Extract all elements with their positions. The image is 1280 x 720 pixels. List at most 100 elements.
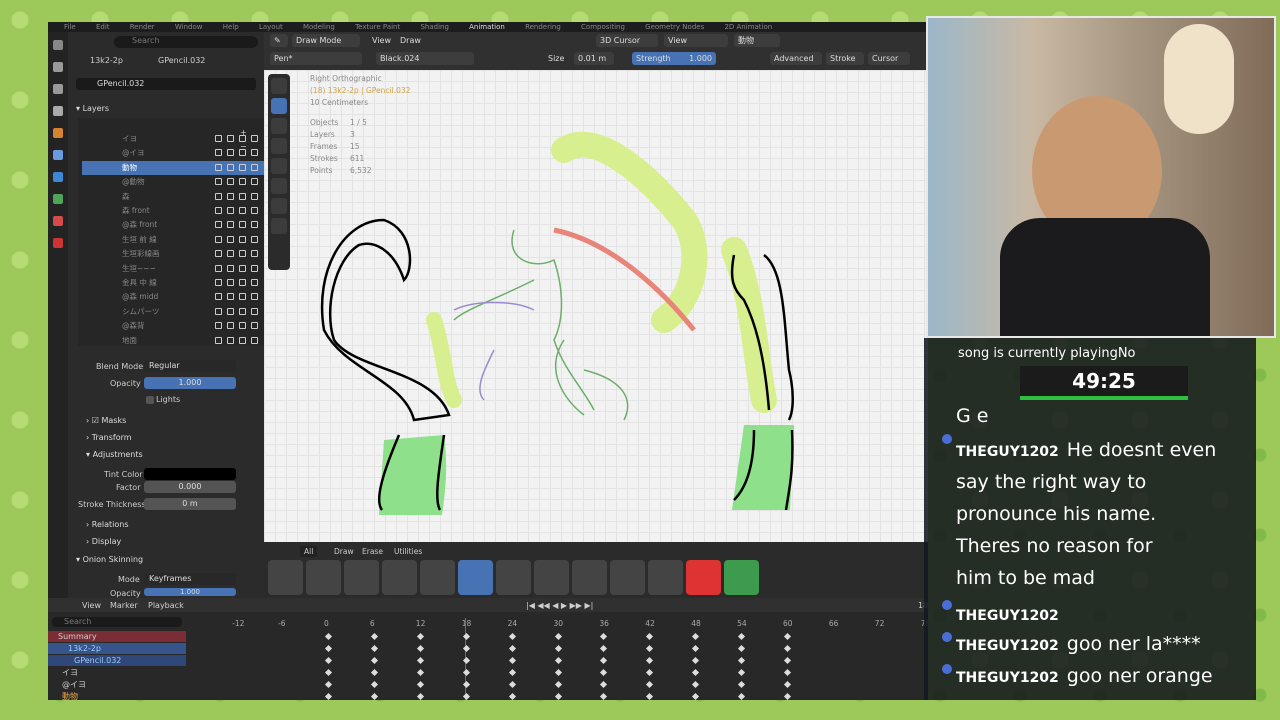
playback-controls[interactable]: |◀ ◀◀ ◀ ▶ ▶▶ ▶| — [526, 601, 593, 610]
keyframe[interactable] — [692, 632, 700, 641]
material-icon[interactable] — [53, 216, 63, 226]
render-icon[interactable] — [53, 62, 63, 72]
lock-icon[interactable] — [251, 235, 258, 243]
shelf-tab-all[interactable]: All — [300, 546, 318, 557]
keyframe[interactable] — [416, 632, 424, 641]
keyframe[interactable] — [416, 668, 424, 677]
lights-checkbox[interactable] — [146, 396, 154, 404]
keyframe[interactable] — [783, 668, 792, 677]
output-icon[interactable] — [53, 84, 63, 94]
lock-icon[interactable] — [251, 192, 258, 200]
onion-icon[interactable] — [227, 135, 234, 142]
keyframe[interactable] — [508, 656, 516, 665]
keyframe[interactable] — [646, 668, 654, 677]
keyframe[interactable] — [554, 692, 562, 700]
brush-select[interactable]: Pen* — [270, 52, 362, 65]
lock-icon[interactable] — [251, 264, 258, 272]
keyframe[interactable] — [738, 644, 746, 653]
onion-opacity-slider[interactable]: 1.000 — [144, 588, 236, 596]
onion-icon[interactable] — [227, 192, 234, 200]
keyframe[interactable] — [462, 692, 470, 700]
fill-tool-icon[interactable] — [271, 138, 287, 154]
keyframe[interactable] — [462, 644, 470, 653]
mask-icon[interactable] — [215, 192, 222, 200]
keyframe[interactable] — [370, 632, 378, 641]
tab-2d-animation[interactable]: 2D Animation — [724, 23, 772, 31]
lock-icon[interactable] — [251, 178, 258, 186]
keyframe[interactable] — [783, 692, 792, 700]
layer-row[interactable]: @森背 — [82, 319, 272, 333]
onion-icon[interactable] — [227, 250, 234, 258]
cursor-tool-icon[interactable] — [271, 78, 287, 94]
view-menu[interactable]: View — [368, 34, 395, 47]
keyframe[interactable] — [462, 632, 470, 641]
brush-airbrush-icon[interactable] — [534, 560, 569, 595]
onion-icon[interactable] — [227, 149, 234, 157]
lock-icon[interactable] — [251, 336, 258, 344]
keyframe[interactable] — [783, 644, 792, 653]
box-tool-icon[interactable] — [271, 158, 287, 174]
layer-row[interactable]: 森 — [82, 190, 272, 204]
brush-pencil-icon[interactable] — [458, 560, 493, 595]
mask-icon[interactable] — [215, 336, 222, 344]
curve-tool-icon[interactable] — [271, 218, 287, 234]
draw-menu[interactable]: Draw — [396, 34, 425, 47]
strength-slider[interactable]: Strength 1.000 — [632, 52, 716, 65]
transform-panel[interactable]: › Transform — [86, 433, 132, 442]
texture-icon[interactable] — [53, 238, 63, 248]
opacity-slider[interactable]: 1.000 — [144, 377, 236, 389]
erase-tool-icon[interactable] — [271, 118, 287, 134]
stroke-menu[interactable]: Stroke — [826, 52, 864, 65]
object-name-field[interactable]: GPencil.032 — [76, 78, 256, 90]
eye-icon[interactable] — [239, 264, 246, 272]
keyframe[interactable] — [370, 656, 378, 665]
track-layer-3[interactable]: 動物 — [62, 691, 78, 700]
layer-row[interactable]: 生垣 前 線 — [82, 233, 272, 247]
lock-icon[interactable] — [251, 135, 258, 142]
object-icon[interactable] — [53, 128, 63, 138]
brush-eraser-hard-icon[interactable] — [648, 560, 683, 595]
eye-icon[interactable] — [239, 322, 246, 330]
keyframe[interactable] — [324, 668, 333, 677]
layer-toggles[interactable] — [215, 135, 258, 142]
keyframe[interactable] — [324, 632, 333, 641]
eye-icon[interactable] — [239, 336, 246, 344]
tint-tool-icon[interactable] — [271, 178, 287, 194]
layer-toggles[interactable] — [215, 293, 258, 301]
advanced-menu[interactable]: Advanced — [770, 52, 822, 65]
tab-shading[interactable]: Shading — [420, 23, 448, 31]
keyframe[interactable] — [370, 644, 378, 653]
track-summary[interactable]: Summary — [48, 631, 186, 642]
tab-geometry-nodes[interactable]: Geometry Nodes — [645, 23, 704, 31]
onion-icon[interactable] — [227, 336, 234, 344]
brush-fill-icon[interactable] — [686, 560, 721, 595]
layer-row[interactable]: 生垣彩線画 — [82, 247, 272, 261]
brush-eraser-soft-icon[interactable] — [610, 560, 645, 595]
eye-icon[interactable] — [239, 192, 246, 200]
object-data-icon[interactable] — [53, 194, 63, 204]
onion-icon[interactable] — [227, 207, 234, 214]
tab-animation[interactable]: Animation — [469, 23, 505, 31]
keyframe[interactable] — [462, 656, 470, 665]
eye-icon[interactable] — [239, 178, 246, 186]
tint-color-swatch[interactable] — [144, 468, 236, 480]
lock-icon[interactable] — [251, 149, 258, 157]
keyframe[interactable] — [600, 644, 608, 653]
keyframe[interactable] — [324, 656, 333, 665]
keyframe[interactable] — [600, 668, 608, 677]
mask-icon[interactable] — [215, 250, 222, 258]
lock-icon[interactable] — [251, 163, 258, 171]
onion-icon[interactable] — [227, 221, 234, 229]
eye-icon[interactable] — [239, 279, 246, 286]
tool-icon[interactable] — [53, 40, 63, 50]
mask-icon[interactable] — [215, 221, 222, 229]
layer-toggles[interactable] — [215, 221, 258, 229]
keyframe[interactable] — [783, 656, 792, 665]
keyframe[interactable] — [738, 668, 746, 677]
keyframe[interactable] — [416, 680, 424, 689]
eye-icon[interactable] — [239, 307, 246, 315]
keyframe[interactable] — [324, 680, 333, 689]
layer-toggles[interactable] — [215, 235, 258, 243]
layer-select[interactable]: 動物 — [734, 34, 780, 47]
brush-pen-icon[interactable] — [420, 560, 455, 595]
